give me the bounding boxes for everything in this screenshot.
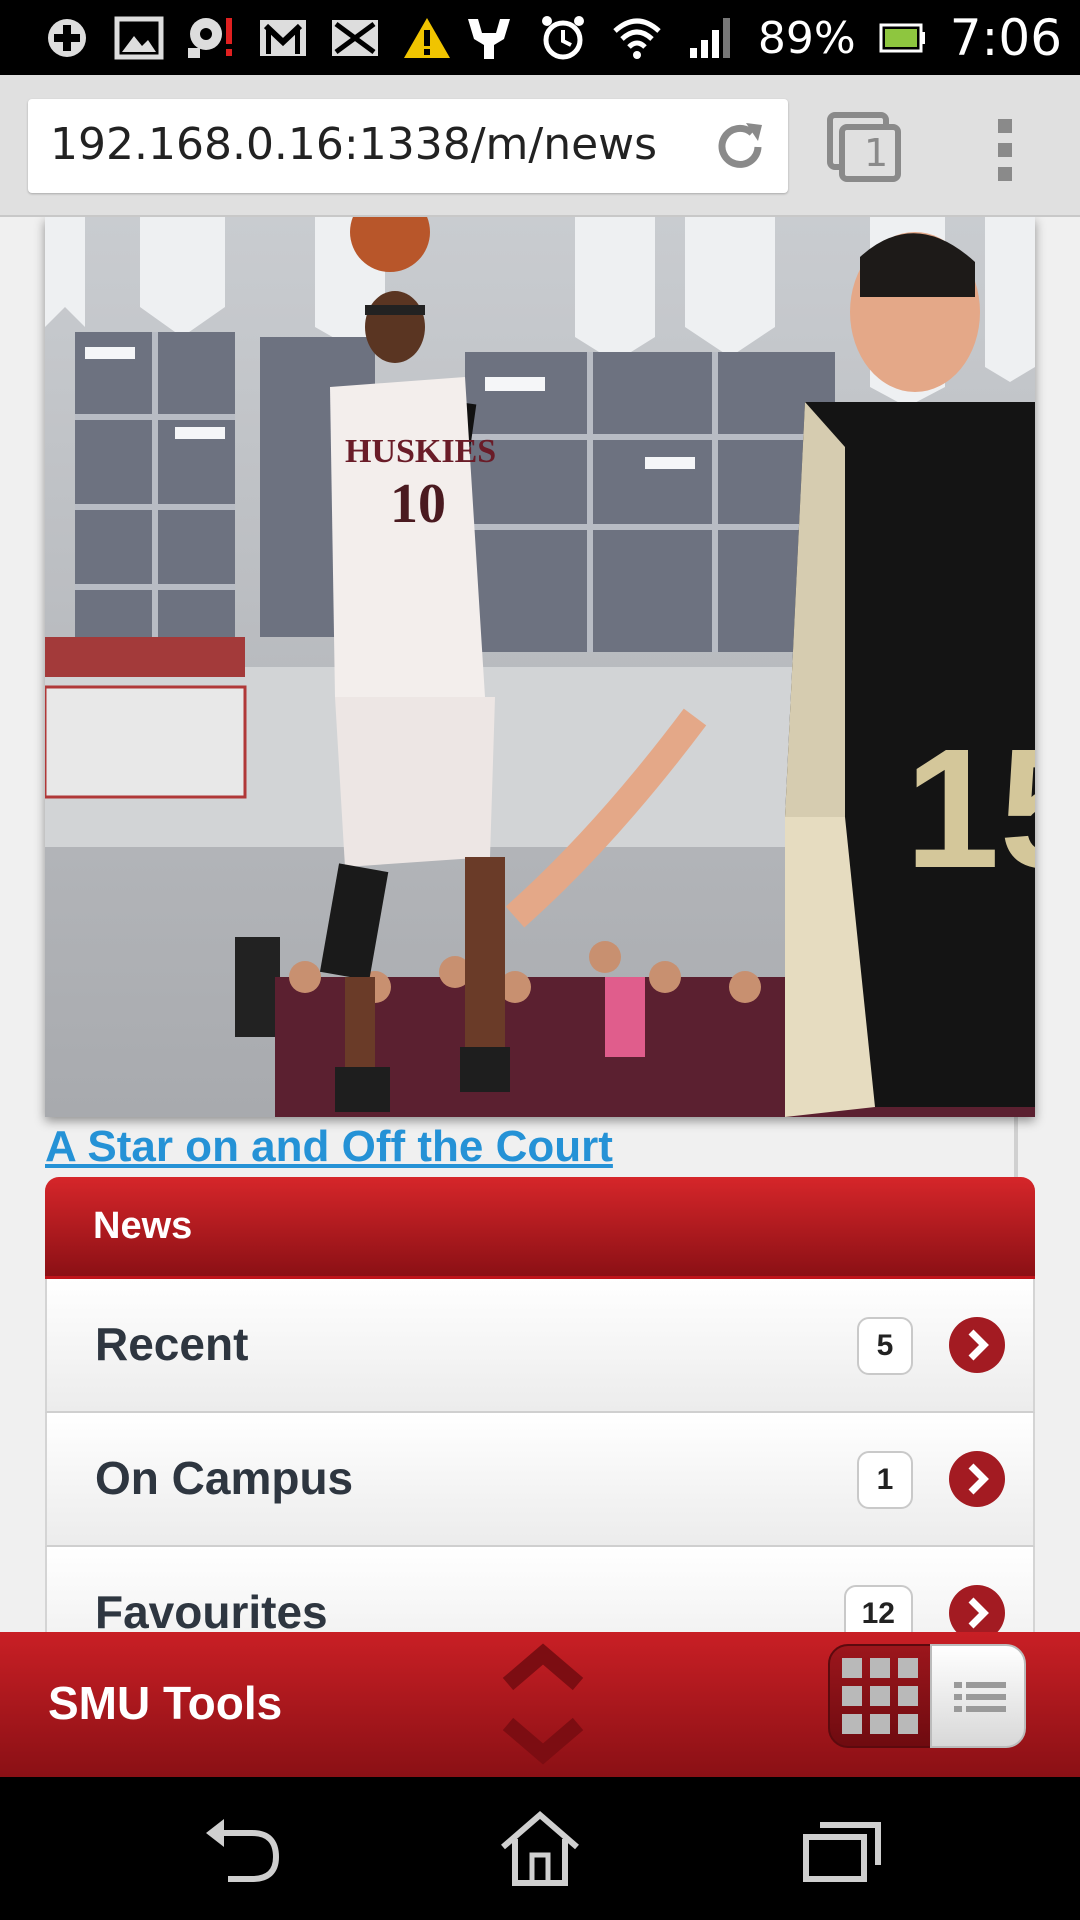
overflow-menu-button[interactable]	[990, 117, 1020, 183]
recent-apps-button[interactable]	[798, 1811, 888, 1887]
news-item-favourites[interactable]: Favourites 12	[45, 1547, 1035, 1632]
double-chevron-icon	[502, 1643, 584, 1765]
news-panel-header: News	[45, 1177, 1035, 1279]
tools-bar: SMU Tools	[0, 1632, 1080, 1777]
svg-text:15: 15	[905, 714, 1035, 904]
battery-icon	[876, 13, 930, 63]
url-text[interactable]: 192.168.0.16:1338/m/news	[50, 119, 657, 170]
count-badge: 5	[857, 1317, 913, 1375]
notification-icons	[40, 10, 454, 66]
system-status: 89% 7:06	[462, 8, 1062, 68]
gmail-icon	[256, 13, 310, 63]
signal-icon	[684, 13, 738, 63]
email-icon	[328, 13, 382, 63]
count-badge: 12	[843, 1585, 913, 1632]
web-page: HUSKIES 10 15 A Star on and Off the Cour…	[0, 217, 1080, 1632]
health-plus-icon	[40, 13, 94, 63]
reload-icon[interactable]	[710, 117, 770, 177]
svg-text:10: 10	[390, 473, 446, 535]
back-icon	[206, 1819, 280, 1882]
article-photo[interactable]: HUSKIES 10 15	[45, 217, 1035, 1117]
image-icon	[112, 13, 166, 63]
list-icon	[954, 1682, 1006, 1712]
count-badge: 1	[857, 1451, 913, 1509]
list-view-button[interactable]	[930, 1644, 1026, 1748]
wifi-icon	[610, 13, 664, 63]
grid-icon	[842, 1658, 918, 1734]
status-bar: 89% 7:06	[0, 0, 1080, 75]
chevron-right-icon[interactable]	[949, 1585, 1005, 1632]
news-item-on-campus[interactable]: On Campus 1	[45, 1413, 1035, 1547]
news-item-recent[interactable]: Recent 5	[45, 1279, 1035, 1413]
back-button[interactable]	[198, 1811, 288, 1887]
basketball-photo-image: HUSKIES 10 15	[45, 217, 1035, 1117]
warning-icon	[400, 13, 454, 63]
chevron-right-icon[interactable]	[949, 1451, 1005, 1507]
tab-switcher-button[interactable]: 1	[826, 111, 902, 183]
browser-toolbar: 192.168.0.16:1338/m/news 1	[0, 75, 1080, 217]
more-vert-icon	[998, 119, 1012, 181]
system-navigation-bar	[0, 1777, 1080, 1920]
article-title-link[interactable]: A Star on and Off the Court	[45, 1122, 613, 1172]
voicemail-alert-icon	[184, 13, 238, 63]
tab-count: 1	[864, 131, 889, 175]
battery-percent: 89%	[757, 12, 856, 64]
tools-title: SMU Tools	[48, 1677, 283, 1729]
news-panel: News Recent 5 On Campus 1 Favourites 12	[45, 1177, 1035, 1632]
chevron-right-icon[interactable]	[949, 1317, 1005, 1373]
news-item-label: On Campus	[95, 1452, 354, 1504]
recent-apps-icon	[803, 1822, 881, 1882]
grid-view-button[interactable]	[828, 1644, 932, 1748]
news-item-label: Recent	[95, 1318, 249, 1370]
clock: 7:06	[949, 9, 1062, 67]
usb-icon	[462, 13, 516, 63]
home-icon	[501, 1811, 579, 1886]
alarm-icon	[536, 13, 590, 63]
expand-collapse-toggle[interactable]	[488, 1640, 598, 1768]
news-item-label: Favourites	[95, 1586, 328, 1632]
home-button[interactable]	[495, 1811, 585, 1887]
address-bar[interactable]: 192.168.0.16:1338/m/news	[28, 99, 788, 193]
svg-text:HUSKIES: HUSKIES	[345, 433, 496, 470]
